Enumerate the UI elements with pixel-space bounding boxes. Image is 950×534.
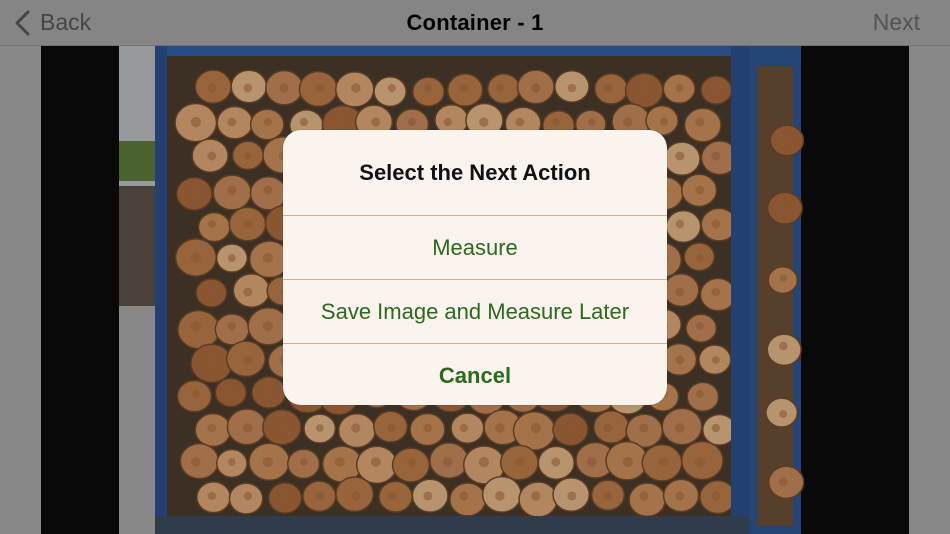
save-image-measure-later-button[interactable]: Save Image and Measure Later xyxy=(283,279,667,343)
action-alert-dialog: Select the Next Action Measure Save Imag… xyxy=(283,130,667,405)
measure-button[interactable]: Measure xyxy=(283,215,667,279)
cancel-button[interactable]: Cancel xyxy=(283,343,667,405)
alert-title: Select the Next Action xyxy=(359,159,591,185)
